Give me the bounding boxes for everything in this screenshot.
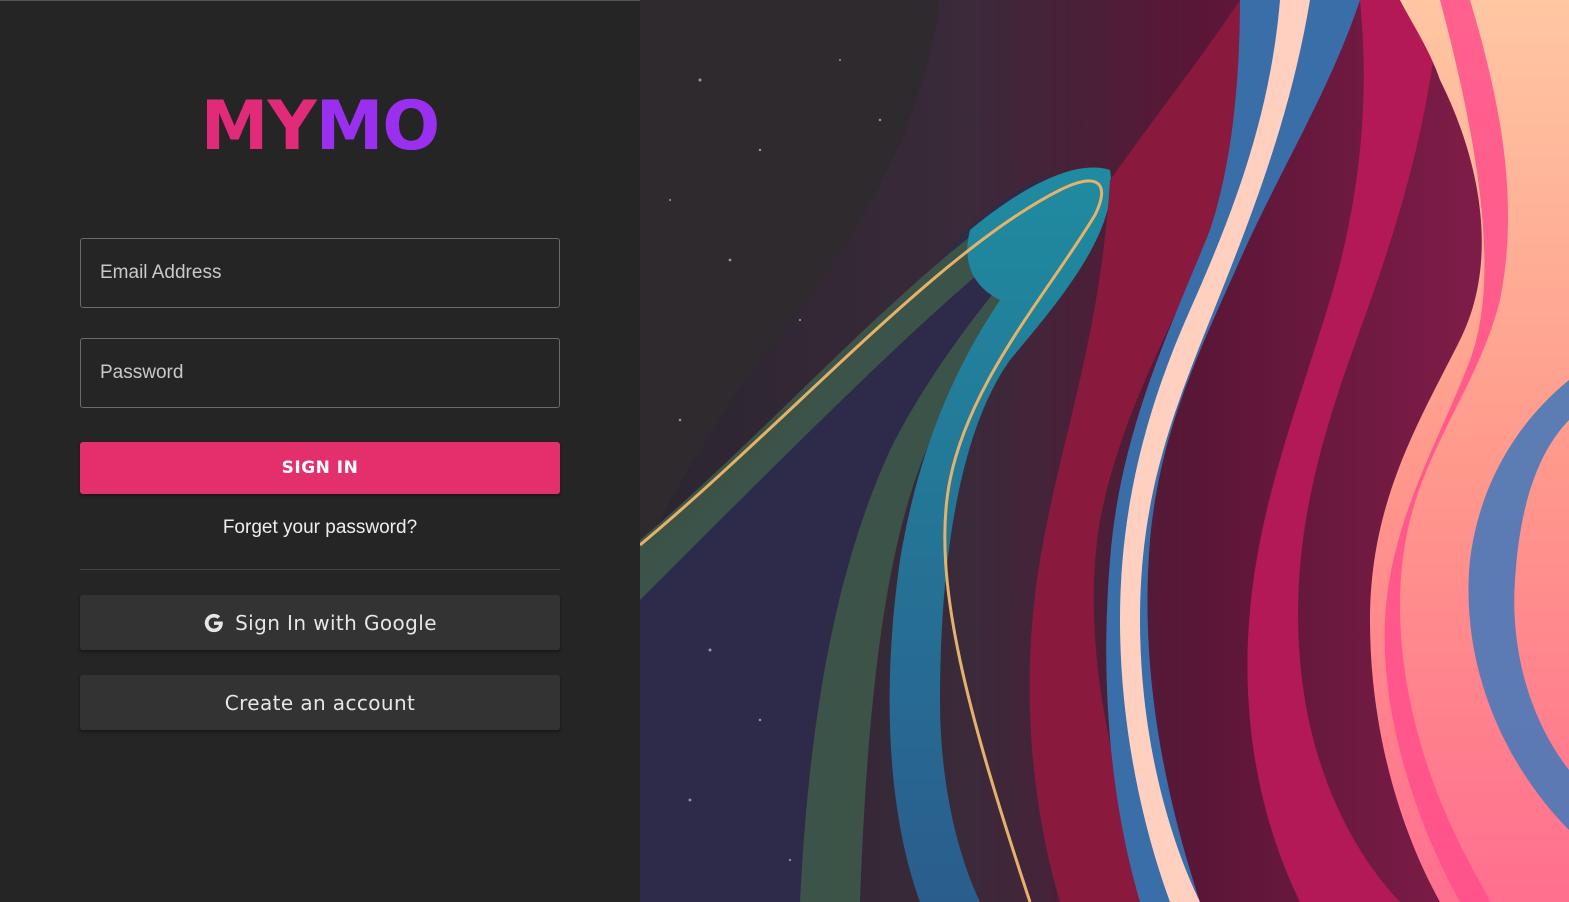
divider <box>80 569 560 570</box>
logo-text-mo: MO <box>315 87 440 166</box>
logo-text-my: MY <box>200 87 317 166</box>
password-field[interactable] <box>80 338 560 408</box>
password-input[interactable] <box>98 361 542 385</box>
login-page: MYMO SIGN IN Forget your password? Sign … <box>0 0 1569 902</box>
forgot-password-link[interactable]: Forget your password? <box>0 517 640 539</box>
sign-in-label: SIGN IN <box>281 458 359 478</box>
email-field[interactable] <box>80 238 560 308</box>
abstract-fluid-art <box>640 0 1569 902</box>
sign-in-button[interactable]: SIGN IN <box>80 442 560 494</box>
create-account-label: Create an account <box>224 690 416 715</box>
hero-artwork <box>640 0 1569 902</box>
google-sign-in-label: Sign In with Google <box>235 610 437 635</box>
create-account-button[interactable]: Create an account <box>80 675 560 730</box>
google-sign-in-button[interactable]: Sign In with Google <box>80 595 560 650</box>
app-logo: MYMO <box>0 89 640 165</box>
email-input[interactable] <box>98 261 542 285</box>
login-panel: MYMO SIGN IN Forget your password? Sign … <box>0 0 640 902</box>
google-g-icon <box>203 612 225 634</box>
